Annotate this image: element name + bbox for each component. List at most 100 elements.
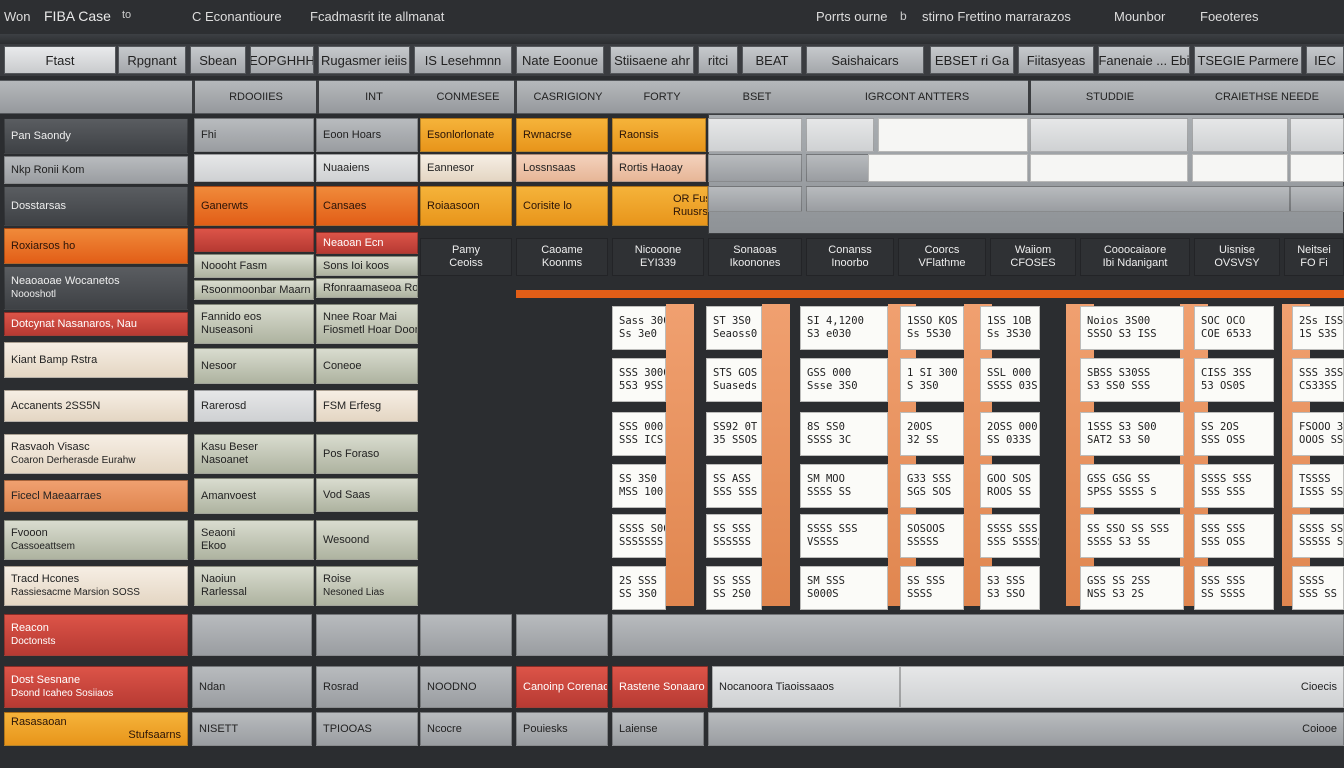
bottom-left-label: Rasasaoan	[11, 716, 67, 728]
grid-value-line: 2OSS 000	[987, 421, 1038, 433]
grid-value-line: SBSS S30SS	[1087, 367, 1151, 379]
bottom-label: Canoinp Corenaom	[523, 680, 607, 693]
grid-value-line: SSSS	[1299, 575, 1325, 587]
grid-value-cell[interactable]: SOC OCO COE 6533	[1194, 306, 1274, 350]
grid-value-line: SSSSS SS	[1299, 536, 1344, 548]
grid-value-line: SS SSO SS SSS	[1087, 523, 1170, 535]
grid-value-cell[interactable]: GOO SOS ROOS SS	[980, 464, 1040, 508]
bottom-cell[interactable]: Ncocre	[420, 712, 512, 746]
grid-value-cell[interactable]: SS ASS SSS SSS	[706, 464, 762, 508]
grid-value-line: ROOS SS	[987, 486, 1032, 498]
grid-value-cell[interactable]: SSS 000 SSS ICS	[612, 412, 666, 456]
grid-value-cell[interactable]: SS 2OS SSS OSS	[1194, 412, 1274, 456]
grid-value-cell[interactable]: 1SS 1OB Ss 3S30	[980, 306, 1040, 350]
grid-value-line: SSS SSS	[713, 486, 758, 498]
grid-value-cell[interactable]: 20OS 32 SS	[900, 412, 964, 456]
grid-value-cell[interactable]: SS SSO SS SSS SSSS S3 SS	[1080, 514, 1184, 558]
grid-value-cell[interactable]: ST 3S0 Seaoss0	[706, 306, 762, 350]
grid-value-line: Sass 300	[619, 315, 666, 327]
grid-value-line: ST 3S0	[713, 315, 751, 327]
grid-value-line: GOO SOS	[987, 473, 1032, 485]
grid-value-cell[interactable]: SOSOOS SSSSS	[900, 514, 964, 558]
grid-value-cell[interactable]: Sass 300 Ss 3e0	[612, 306, 666, 350]
grid-value-cell[interactable]: SSS SSS SSS OSS	[1194, 514, 1274, 558]
grid-value-line: SSSS SSS	[987, 523, 1038, 535]
bottom-cell[interactable]: NISETT	[192, 712, 312, 746]
grid-value-cell[interactable]: STS GOS Suaseds	[706, 358, 762, 402]
grid-value-line: MSS 100	[619, 486, 664, 498]
grid-value-cell[interactable]: SSSS SSSSSSSS SS	[1292, 514, 1344, 558]
bottom-cell[interactable]: Cioecis	[900, 666, 1344, 708]
grid-value-line: GSS 000	[807, 367, 852, 379]
grid-value-line: SSSSS	[907, 536, 939, 548]
grid-value-cell[interactable]: SSS 3SS CS33SS	[1292, 358, 1344, 402]
grid-value-cell[interactable]: FSOOO 3SOOOS SS	[1292, 412, 1344, 456]
grid-value-cell[interactable]: Noios 3S00 SSSO S3 ISS	[1080, 306, 1184, 350]
grid-value-line: SSS 000	[619, 421, 664, 433]
grid-value-line: 2Ss ISS	[1299, 315, 1344, 327]
grid-value-cell[interactable]: SI 4,1200 S3 e030	[800, 306, 888, 350]
grid-value-cell[interactable]: 1 SI 300 S 3S0	[900, 358, 964, 402]
bottom-cell[interactable]: Ndan	[192, 666, 312, 708]
grid-value-cell[interactable]: SSS 3000 5S3 9SS	[612, 358, 666, 402]
bottom-cell[interactable]: Coiooe	[708, 712, 1344, 746]
grid-value-line: Ss 3e0	[619, 328, 657, 340]
grid-value-cell[interactable]: SSL 000 SSSS 03S	[980, 358, 1040, 402]
grid-value-cell[interactable]: SM MOO SSSS SS	[800, 464, 888, 508]
grid-value-line: 53 OS0S	[1201, 380, 1246, 392]
bottom-left-cell[interactable]: Reacon Doctonsts	[4, 614, 188, 656]
grid-value-cell[interactable]: SSSS SSS SS	[1292, 566, 1344, 610]
grid-value-cell[interactable]: GSS GSG SS SPSS SSSS S	[1080, 464, 1184, 508]
grid-value-line: 20OS	[907, 421, 933, 433]
bottom-cell[interactable]: Nocanoora Tiaoissaaos	[712, 666, 900, 708]
grid-value-cell[interactable]: 8S SS0 SSSS 3C	[800, 412, 888, 456]
grid-value-cell[interactable]: SS SSS SSSSSS	[706, 514, 762, 558]
bottom-cell[interactable]: TPIOOAS	[316, 712, 418, 746]
grid-value-line: SS 3S0	[619, 588, 657, 600]
grid-value-line: SSS 3SS	[1299, 367, 1344, 379]
grid-value-line: VSSSS	[807, 536, 839, 548]
grid-value-cell[interactable]: SSSS SSS SSS SSS	[1194, 464, 1274, 508]
grid-value-cell[interactable]: 2S SSS SS 3S0	[612, 566, 666, 610]
grid-value-cell[interactable]: S3 SSS S3 SSO	[980, 566, 1040, 610]
bottom-cell[interactable]: Pouiesks	[516, 712, 608, 746]
grid-value-cell[interactable]: CISS 3SS 53 OS0S	[1194, 358, 1274, 402]
bottom-cell[interactable]: Laiense	[612, 712, 704, 746]
grid-value-cell[interactable]: 1SSO KOS Ss 5S30	[900, 306, 964, 350]
grid-value-cell[interactable]: GSS 000 Ssse 3S0	[800, 358, 888, 402]
grid-value-cell[interactable]: GSS SS 2SS NSS S3 2S	[1080, 566, 1184, 610]
grid-value-line: Noios 3S00	[1087, 315, 1151, 327]
grid-value-line: SS SSS	[713, 523, 751, 535]
bottom-cell[interactable]: NOODNO	[420, 666, 512, 708]
grid-value-line: COE 6533	[1201, 328, 1252, 340]
grid-value-cell[interactable]: SSSS SSS VSSSS	[800, 514, 888, 558]
bottom-cell[interactable]: Rastene Sonaaro	[612, 666, 708, 708]
grid-value-cell[interactable]: SSSS S00 SSSSSSS	[612, 514, 666, 558]
grid-value-cell[interactable]: SS SSS SS 2S0	[706, 566, 762, 610]
grid-value-line: SSS OSS	[1201, 536, 1246, 548]
grid-value-line: S3 SSO	[987, 588, 1025, 600]
grid-value-cell[interactable]: SM SSS S000S	[800, 566, 888, 610]
grid-column-fill	[762, 304, 790, 606]
grid-value-cell[interactable]: 1SSS S3 S00 SAT2 S3 S0	[1080, 412, 1184, 456]
bottom-cell[interactable]: Rosrad	[316, 666, 418, 708]
bottom-left-cell[interactable]: Rasasaoan Stufsaarns	[4, 712, 188, 746]
bottom-left-label: Reacon	[11, 622, 49, 634]
grid-value-cell[interactable]: TSSSS ISSS SS	[1292, 464, 1344, 508]
grid-value-cell[interactable]: G33 SSS SGS SOS	[900, 464, 964, 508]
grid-value-cell[interactable]: SSSS SSS SSS SSSSS	[980, 514, 1040, 558]
grid-value-cell[interactable]: SS SSS SSSS	[900, 566, 964, 610]
grid-value-line: NSS S3 2S	[1087, 588, 1144, 600]
grid-value-cell[interactable]: SS92 0T 35 SSOS	[706, 412, 762, 456]
grid-value-cell[interactable]: 2OSS 000 SS 033S	[980, 412, 1040, 456]
bottom-left-cell[interactable]: Dost Sesnane Dsond Icaheo Sosiiaos	[4, 666, 188, 708]
grid-value-line: SSSS 03S	[987, 380, 1038, 392]
bottom-cell[interactable]: Canoinp Corenaom	[516, 666, 608, 708]
grid-value-line: SS92 0T	[713, 421, 758, 433]
grid-value-line: SSSS 3C	[807, 434, 852, 446]
grid-value-line: SM MOO	[807, 473, 845, 485]
grid-value-cell[interactable]: 2Ss ISS 1S S3S	[1292, 306, 1344, 350]
grid-value-cell[interactable]: SBSS S30SS S3 SS0 SSS	[1080, 358, 1184, 402]
grid-value-cell[interactable]: SS 3S0 MSS 100	[612, 464, 666, 508]
grid-value-cell[interactable]: SSS SSS SS SSSS	[1194, 566, 1274, 610]
